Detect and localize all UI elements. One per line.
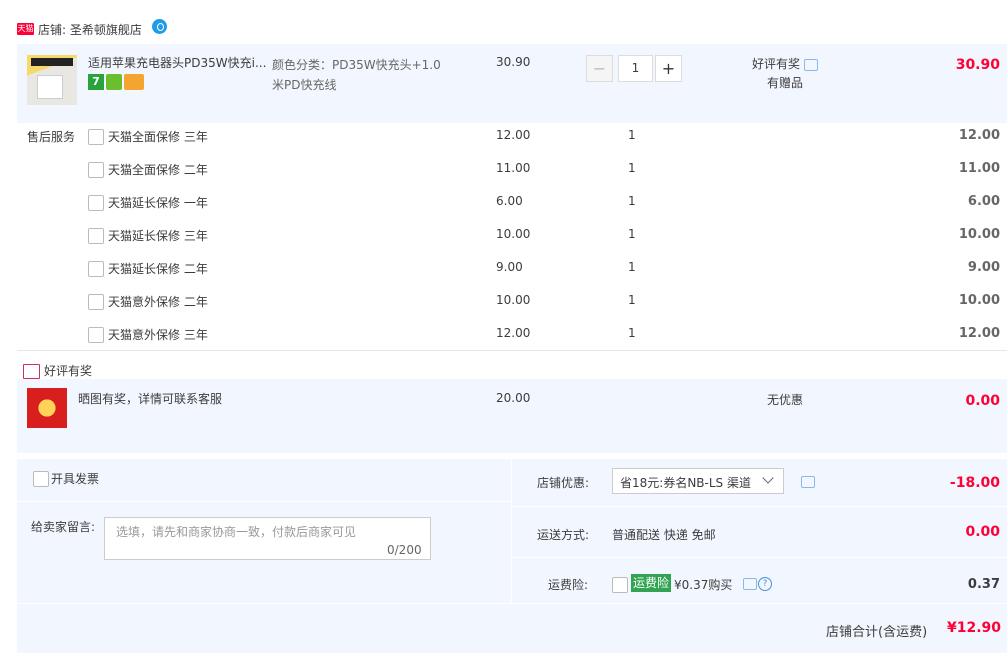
insurance-amount: 0.37	[967, 577, 1000, 592]
promo-label: 好评有奖	[752, 57, 801, 71]
service-qty: 1	[628, 227, 636, 241]
service-checkbox[interactable]	[88, 294, 104, 310]
gift-title: 晒图有奖，详情可联系客服	[78, 392, 223, 406]
service-total: 12.00	[958, 326, 1000, 341]
gift-discount: 无优惠	[767, 393, 804, 407]
service-qty: 1	[628, 128, 636, 142]
service-name: 天猫全面保修 三年	[108, 130, 208, 144]
insurance-checkbox[interactable]	[612, 577, 628, 593]
promotion-info: 好评有奖 有赠品	[752, 55, 819, 93]
service-price: 11.00	[496, 161, 531, 175]
gift-price: 20.00	[496, 391, 531, 405]
shipping-amount: 0.00	[965, 524, 1000, 540]
service-total: 12.00	[958, 128, 1000, 143]
divider	[512, 557, 1007, 558]
service-qty: 1	[628, 260, 636, 274]
guarantee-icon	[106, 74, 122, 90]
service-price: 12.00	[496, 326, 531, 340]
credit-card-icon	[124, 74, 144, 90]
service-badges: 7	[88, 74, 146, 90]
quantity-input[interactable]: 1	[618, 55, 653, 82]
service-name: 天猫意外保修 二年	[108, 295, 208, 309]
service-price: 6.00	[496, 194, 523, 208]
gift-label: 有赠品	[767, 76, 804, 90]
seven-day-return-icon: 7	[88, 74, 104, 90]
sku-info: 颜色分类：PD35W快充头+1.0米PD快充线	[272, 58, 441, 92]
invoice-label: 开具发票	[51, 472, 100, 486]
service-row: 天猫意外保修 三年 12.00 1 12.00	[0, 317, 1007, 350]
shipping-value: 普通配送 快递 免邮	[612, 528, 716, 542]
message-label: 给卖家留言:	[31, 520, 96, 534]
service-qty: 1	[628, 293, 636, 307]
service-total: 9.00	[967, 260, 1000, 275]
shop-name[interactable]: 店铺: 圣希顿旗舰店	[38, 21, 142, 38]
shipping-label: 运送方式:	[537, 528, 590, 542]
product-thumbnail[interactable]	[27, 55, 77, 105]
service-checkbox[interactable]	[88, 228, 104, 244]
insurance-badge: 运费险	[631, 574, 672, 592]
chat-bubble-icon[interactable]	[801, 476, 815, 488]
service-row: 天猫意外保修 二年 10.00 1 10.00	[0, 284, 1007, 317]
service-name: 天猫意外保修 三年	[108, 328, 208, 342]
chat-bubble-icon[interactable]	[804, 58, 819, 71]
service-row: 天猫全面保修 三年 12.00 1 12.00	[0, 119, 1007, 152]
service-qty: 1	[628, 161, 636, 175]
service-name: 天猫全面保修 二年	[108, 163, 208, 177]
service-price: 10.00	[496, 227, 531, 241]
help-icon[interactable]: ?	[758, 577, 772, 591]
service-total: 10.00	[958, 293, 1000, 308]
service-total: 6.00	[967, 194, 1000, 209]
service-total: 11.00	[958, 161, 1000, 176]
shop-header	[0, 0, 1007, 44]
service-total: 10.00	[958, 227, 1000, 242]
chat-bubble-icon[interactable]	[743, 578, 757, 590]
coupon-value: 省18元:券名NB-LS 渠道	[620, 476, 751, 490]
service-row: 天猫全面保修 二年 11.00 1 11.00	[0, 152, 1007, 185]
service-checkbox[interactable]	[88, 327, 104, 343]
insurance-label: 运费险:	[548, 578, 589, 592]
service-checkbox[interactable]	[88, 195, 104, 211]
service-checkbox[interactable]	[88, 129, 104, 145]
increase-button[interactable]: +	[655, 55, 682, 82]
service-price: 12.00	[496, 128, 531, 142]
divider	[17, 350, 1007, 351]
shop-total-value: ¥12.90	[947, 620, 1002, 636]
service-row: 天猫延长保修 一年 6.00 1 6.00	[0, 185, 1007, 218]
unit-price: 30.90	[496, 55, 531, 69]
item-total: 30.90	[955, 57, 1000, 73]
gift-header-label: 好评有奖	[44, 364, 93, 378]
divider	[512, 506, 1007, 507]
gift-icon	[23, 364, 40, 379]
service-qty: 1	[628, 326, 636, 340]
service-price: 10.00	[496, 293, 531, 307]
service-qty: 1	[628, 194, 636, 208]
tmall-logo-icon: 天猫	[17, 23, 34, 35]
message-char-count: 0/200	[387, 543, 422, 557]
coupon-label: 店铺优惠:	[537, 476, 590, 490]
service-name: 天猫延长保修 三年	[108, 229, 208, 243]
insurance-price: ¥0.37购买	[674, 578, 733, 592]
service-checkbox[interactable]	[88, 162, 104, 178]
shop-total-label: 店铺合计(含运费)	[826, 625, 928, 640]
gift-thumbnail	[27, 388, 67, 428]
service-name: 天猫延长保修 二年	[108, 262, 208, 276]
product-title[interactable]: 适用苹果充电器头PD35W快充i...	[88, 55, 268, 71]
gift-header: 好评有奖	[23, 362, 92, 379]
service-price: 9.00	[496, 260, 523, 274]
invoice-checkbox[interactable]	[33, 471, 49, 487]
service-checkbox[interactable]	[88, 261, 104, 277]
gift-total: 0.00	[965, 393, 1000, 409]
wangwang-chat-icon[interactable]	[152, 19, 167, 34]
service-name: 天猫延长保修 一年	[108, 196, 208, 210]
service-row: 天猫延长保修 三年 10.00 1 10.00	[0, 218, 1007, 251]
decrease-button[interactable]: −	[586, 55, 613, 82]
coupon-amount: -18.00	[949, 475, 1000, 491]
service-row: 天猫延长保修 二年 9.00 1 9.00	[0, 251, 1007, 284]
message-placeholder: 选填，请先和商家协商一致，付款后商家可见	[116, 525, 357, 539]
